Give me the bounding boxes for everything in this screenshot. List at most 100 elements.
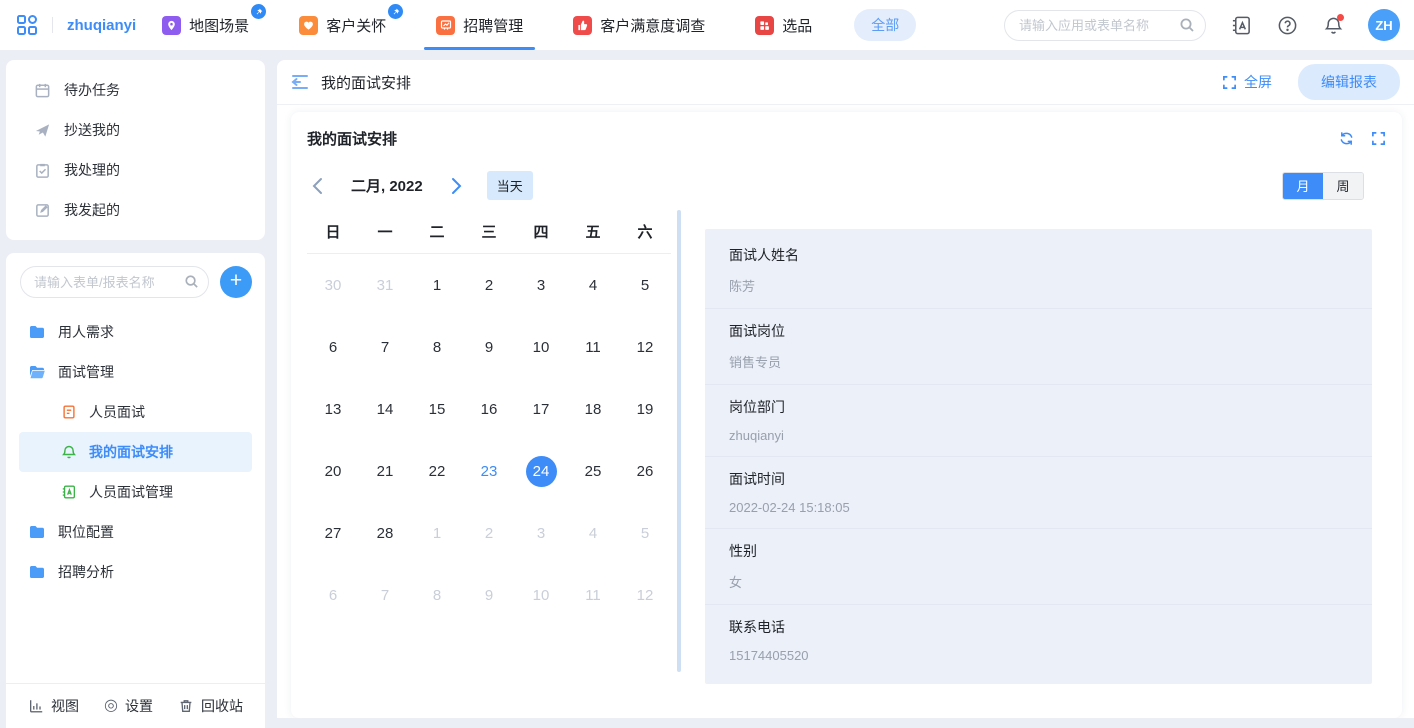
field-value: zhuqianyi — [729, 428, 1348, 443]
view-toggle: 月 周 — [1282, 172, 1364, 200]
calendar-day[interactable]: 31 — [359, 254, 411, 316]
calendar-day[interactable]: 3 — [515, 254, 567, 316]
calendar-day-today[interactable]: 23 — [463, 440, 515, 502]
month-view-button[interactable]: 月 — [1283, 173, 1323, 199]
search-icon[interactable] — [184, 274, 199, 289]
task-menu-item[interactable]: 我发起的 — [6, 190, 265, 230]
fullscreen-button[interactable]: 全屏 — [1222, 72, 1272, 92]
calendar-day[interactable]: 14 — [359, 378, 411, 440]
workspace-name[interactable]: zhuqianyi — [67, 17, 136, 34]
calendar-day[interactable]: 30 — [307, 254, 359, 316]
calendar-day[interactable]: 12 — [619, 564, 671, 626]
calendar-day[interactable]: 25 — [567, 440, 619, 502]
tree-item[interactable]: 招聘分析 — [6, 552, 265, 592]
calendar-day[interactable]: 11 — [567, 564, 619, 626]
sidebar-footer-item[interactable]: ◎设置 — [104, 696, 153, 716]
calendar-day[interactable]: 17 — [515, 378, 567, 440]
tree-item-label: 职位配置 — [58, 522, 114, 542]
form-search-input[interactable] — [20, 266, 209, 298]
widget-fullscreen-icon[interactable] — [1371, 131, 1386, 146]
week-view-button[interactable]: 周 — [1323, 173, 1363, 199]
calendar-day[interactable]: 13 — [307, 378, 359, 440]
tree-item[interactable]: 人员面试管理 — [6, 472, 265, 512]
task-menu-item[interactable]: 抄送我的 — [6, 110, 265, 150]
app-tab-5[interactable]: 选品 — [755, 0, 812, 50]
field-label: 性别 — [729, 541, 1348, 561]
address-book-icon[interactable] — [1230, 14, 1252, 36]
tree-item[interactable]: 职位配置 — [6, 512, 265, 552]
calendar-day[interactable]: 16 — [463, 378, 515, 440]
divider — [52, 17, 53, 33]
help-icon[interactable] — [1276, 14, 1298, 36]
calendar-day[interactable]: 9 — [463, 316, 515, 378]
product-pick-icon — [755, 16, 774, 35]
calendar-day[interactable]: 11 — [567, 316, 619, 378]
task-menu-item[interactable]: 我处理的 — [6, 150, 265, 190]
today-button[interactable]: 当天 — [487, 171, 533, 200]
form-doc-icon — [61, 404, 77, 420]
calendar-day[interactable]: 21 — [359, 440, 411, 502]
todo-calendar-icon — [34, 82, 51, 99]
tree-item[interactable]: 人员面试 — [6, 392, 265, 432]
calendar-day[interactable]: 1 — [411, 254, 463, 316]
calendar-day[interactable]: 7 — [359, 316, 411, 378]
calendar-day-selected[interactable]: 24 — [515, 440, 567, 502]
search-icon[interactable] — [1179, 17, 1195, 33]
calendar-day[interactable]: 3 — [515, 502, 567, 564]
collapse-sidebar-icon[interactable] — [289, 71, 311, 93]
calendar-day[interactable]: 7 — [359, 564, 411, 626]
form-tree: 用人需求面试管理人员面试我的面试安排人员面试管理职位配置招聘分析 — [6, 312, 265, 683]
calendar-day[interactable]: 2 — [463, 502, 515, 564]
calendar-day[interactable]: 10 — [515, 316, 567, 378]
panel-divider[interactable] — [677, 210, 681, 672]
calendar-day[interactable]: 4 — [567, 502, 619, 564]
calendar-day[interactable]: 26 — [619, 440, 671, 502]
add-form-button[interactable]: + — [220, 266, 252, 298]
calendar-day[interactable]: 4 — [567, 254, 619, 316]
sidebar-footer-item[interactable]: 回收站 — [178, 696, 243, 716]
calendar-day[interactable]: 18 — [567, 378, 619, 440]
edit-report-button[interactable]: 编辑报表 — [1298, 64, 1400, 100]
calendar-day[interactable]: 27 — [307, 502, 359, 564]
calendar-day[interactable]: 15 — [411, 378, 463, 440]
calendar-day[interactable]: 8 — [411, 316, 463, 378]
calendar-day[interactable]: 19 — [619, 378, 671, 440]
tree-item[interactable]: 用人需求 — [6, 312, 265, 352]
app-tab-1[interactable]: 地图场景 — [162, 0, 249, 50]
detail-field: 面试时间2022-02-24 15:18:05 — [705, 457, 1372, 529]
calendar-day[interactable]: 22 — [411, 440, 463, 502]
calendar-day[interactable]: 2 — [463, 254, 515, 316]
all-apps-button[interactable]: 全部 — [854, 9, 916, 41]
notifications-bell-icon[interactable] — [1322, 14, 1344, 36]
next-month-icon[interactable] — [449, 177, 463, 195]
app-launcher-icon[interactable] — [16, 14, 38, 36]
calendar-day[interactable]: 6 — [307, 564, 359, 626]
field-label: 面试时间 — [729, 469, 1348, 489]
calendar-day[interactable]: 1 — [411, 502, 463, 564]
calendar-day[interactable]: 20 — [307, 440, 359, 502]
calendar-day[interactable]: 5 — [619, 254, 671, 316]
app-tab-3[interactable]: 招聘管理 — [436, 0, 523, 50]
calendar-day[interactable]: 10 — [515, 564, 567, 626]
page-title: 我的面试安排 — [321, 72, 411, 93]
app-search-input[interactable] — [1004, 10, 1206, 41]
app-tab-2[interactable]: 客户关怀 — [299, 0, 386, 50]
calendar-day[interactable]: 8 — [411, 564, 463, 626]
satisfaction-survey-icon — [573, 16, 592, 35]
calendar-day[interactable]: 28 — [359, 502, 411, 564]
tree-item-label: 人员面试 — [89, 402, 145, 422]
tree-item[interactable]: 面试管理 — [6, 352, 265, 392]
calendar-day[interactable]: 6 — [307, 316, 359, 378]
sidebar-footer-item[interactable]: 视图 — [28, 696, 79, 716]
prev-month-icon[interactable] — [311, 177, 325, 195]
task-menu-item[interactable]: 待办任务 — [6, 70, 265, 110]
refresh-icon[interactable] — [1339, 131, 1354, 146]
calendar-day[interactable]: 9 — [463, 564, 515, 626]
calendar-day[interactable]: 12 — [619, 316, 671, 378]
tree-item[interactable]: 我的面试安排 — [19, 432, 252, 472]
app-tab-4[interactable]: 客户满意度调查 — [573, 0, 705, 50]
user-avatar[interactable]: ZH — [1368, 9, 1400, 41]
tree-item-label: 我的面试安排 — [89, 442, 173, 462]
sidebar-footer: 视图 ◎设置 回收站 — [6, 683, 265, 728]
calendar-day[interactable]: 5 — [619, 502, 671, 564]
